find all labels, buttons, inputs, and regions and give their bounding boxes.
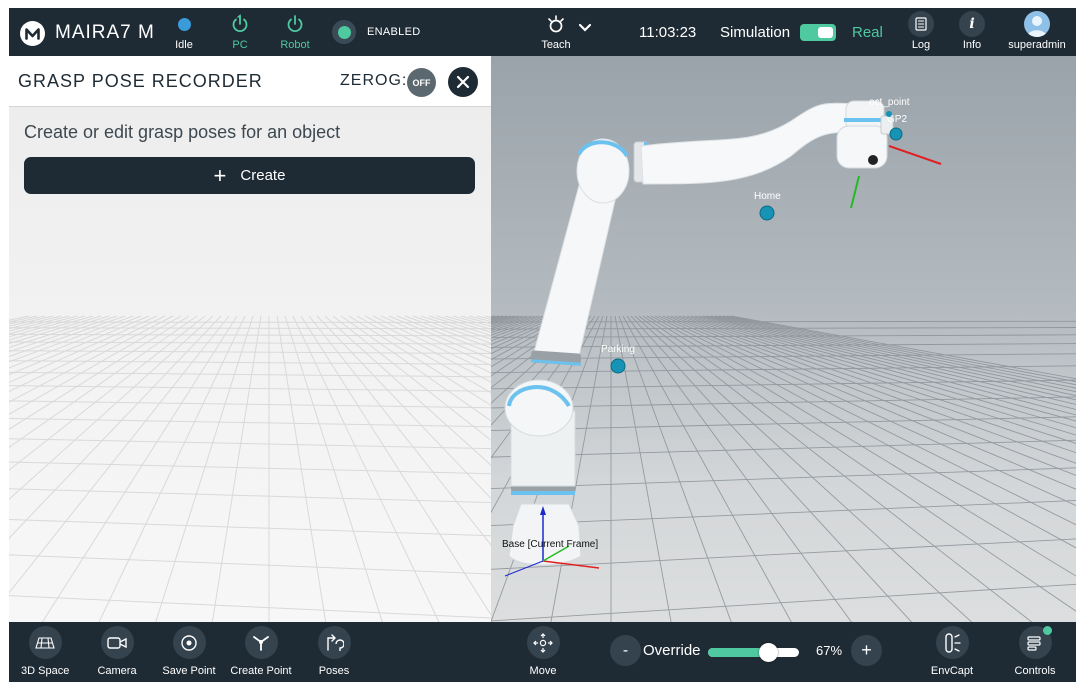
avatar: [1024, 11, 1050, 37]
robot-arm: [504, 100, 894, 566]
camera-icon: [100, 626, 134, 659]
info-button[interactable]: i Info: [947, 11, 997, 51]
plus-icon: +: [213, 162, 227, 188]
pc-label: PC: [232, 39, 248, 51]
parking-point-marker[interactable]: [610, 358, 626, 374]
robot-power-button[interactable]: Robot: [270, 12, 320, 51]
save-point-button[interactable]: Save Point: [162, 626, 216, 677]
log-button[interactable]: Log: [896, 11, 946, 51]
scene: Home Parking GP2 ect_point Base [Current…: [491, 97, 1076, 622]
enabled-label: ENABLED: [367, 26, 421, 38]
move-arrows-icon: [526, 626, 560, 659]
envcapt-icon: [935, 626, 969, 659]
envcapt-button[interactable]: EnvCapt: [928, 626, 976, 677]
close-panel-button[interactable]: [448, 67, 478, 97]
grasp-pose-panel: GRASP POSE RECORDER ZEROG: OFF Create or…: [9, 56, 491, 622]
override-value: 67%: [816, 643, 843, 658]
info-label: Info: [962, 39, 982, 51]
controls-label: Controls: [1014, 665, 1056, 677]
teach-label: Teach: [541, 39, 571, 51]
zerog-label: ZEROG:: [340, 72, 408, 89]
base-frame-label: Base [Current Frame]: [502, 539, 598, 550]
controls-button[interactable]: Controls: [1011, 626, 1059, 677]
create-point-icon: [244, 626, 278, 659]
create-point-button[interactable]: Create Point: [229, 626, 293, 677]
create-point-label: Create Point: [230, 665, 292, 677]
robot-label: Robot: [280, 39, 310, 51]
real-label: Real: [852, 24, 883, 41]
app-window: MAIRA7 M Idle PC Robot ENABLED Teach 11:…: [9, 8, 1076, 682]
panel-subtitle: Create or edit grasp poses for an object: [24, 122, 341, 142]
home-point-marker[interactable]: [759, 205, 775, 221]
tool-y-axis: [850, 175, 860, 209]
3d-space-label: 3D Space: [21, 665, 70, 677]
tool-x-axis: [888, 145, 942, 165]
power-icon: [270, 12, 320, 36]
move-label: Move: [529, 665, 557, 677]
top-bar: MAIRA7 M Idle PC Robot ENABLED Teach 11:…: [9, 8, 1076, 56]
target-icon: [172, 626, 206, 659]
3d-viewport[interactable]: Home Parking GP2 ect_point Base [Current…: [491, 56, 1076, 622]
poses-label: Poses: [318, 665, 350, 677]
simulation-label: Simulation: [720, 24, 791, 41]
controls-icon: [1018, 626, 1052, 659]
teach-mode-button[interactable]: Teach: [531, 12, 581, 51]
save-point-label: Save Point: [162, 665, 216, 677]
poses-icon: [317, 626, 351, 659]
enabled-status-icon: [332, 20, 356, 44]
override-decrease-button[interactable]: -: [610, 635, 641, 666]
panel-title: GRASP POSE RECORDER: [18, 71, 263, 91]
floor-grid: [9, 315, 491, 622]
home-point-label: Home: [754, 191, 781, 202]
camera-label: Camera: [97, 665, 137, 677]
grid-3d-icon: [28, 626, 62, 659]
close-icon: [456, 75, 470, 89]
envcapt-label: EnvCapt: [930, 665, 974, 677]
pc-power-button[interactable]: PC: [215, 12, 265, 51]
override-label: Override: [643, 642, 701, 659]
power-cycle-icon: [215, 12, 265, 36]
create-label: Create: [240, 167, 286, 184]
controls-status-dot: [1042, 626, 1052, 635]
mode-chevron-down-icon[interactable]: [578, 20, 592, 38]
log-icon: [908, 11, 934, 37]
create-button[interactable]: + Create: [24, 157, 475, 194]
user-label: superadmin: [1008, 39, 1066, 51]
user-menu[interactable]: superadmin: [1006, 11, 1068, 51]
zerog-toggle-button[interactable]: OFF: [407, 68, 436, 97]
panel-header: GRASP POSE RECORDER ZEROG: OFF: [9, 56, 491, 107]
gp2-point-marker[interactable]: [889, 127, 903, 141]
app-name: MAIRA7 M: [55, 22, 155, 43]
override-slider-handle[interactable]: [758, 643, 778, 662]
tcp-point-label: ect_point: [869, 97, 910, 108]
parking-point-label: Parking: [601, 344, 635, 355]
enabled-toggle[interactable]: ENABLED: [332, 18, 420, 46]
idle-label: Idle: [175, 39, 193, 51]
idle-status[interactable]: Idle: [159, 12, 209, 51]
simulation-real-toggle[interactable]: [800, 24, 836, 41]
status-dot-icon: [177, 17, 191, 31]
camera-button[interactable]: Camera: [95, 626, 139, 677]
log-label: Log: [911, 39, 931, 51]
poses-button[interactable]: Poses: [312, 626, 356, 677]
clock: 11:03:23: [639, 24, 697, 41]
info-icon: i: [959, 11, 985, 37]
move-button[interactable]: Move: [521, 626, 565, 677]
bottom-toolbar: 3D Space Camera Save Point Create Point …: [9, 622, 1076, 682]
override-slider-track[interactable]: [708, 648, 799, 657]
teach-icon: [531, 12, 581, 36]
3d-space-button[interactable]: 3D Space: [21, 626, 69, 677]
tcp-point-marker[interactable]: [886, 111, 892, 117]
maira-logo-icon: [20, 21, 45, 46]
override-increase-button[interactable]: +: [851, 635, 882, 666]
